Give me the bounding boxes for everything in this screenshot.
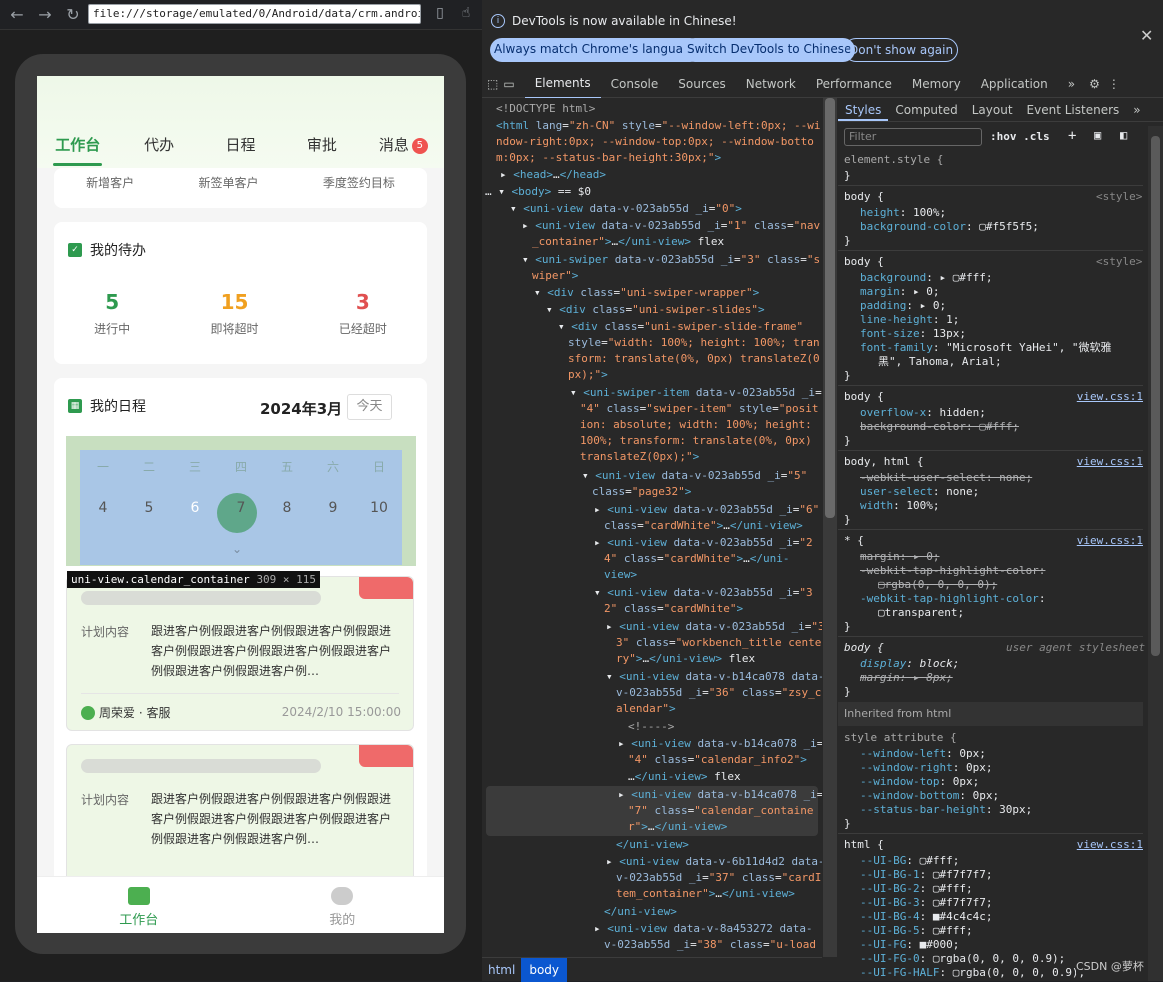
tab-styles[interactable]: Styles <box>838 98 889 121</box>
tab-memory[interactable]: Memory <box>902 70 971 98</box>
tab-application[interactable]: Application <box>971 70 1058 98</box>
blurred-title <box>81 591 321 605</box>
watermark: CSDN @萝杯 <box>1076 958 1144 974</box>
app-header: 工作台 代办 日程 审批 消息 5 <box>37 76 444 168</box>
switch-chinese-button[interactable]: Switch DevTools to Chinese <box>683 38 856 62</box>
chevron-down-icon[interactable]: ⌄ <box>232 542 242 556</box>
device-toolbar-icon[interactable]: ▭ <box>503 70 524 98</box>
more-tabs-icon[interactable]: » <box>1126 98 1147 121</box>
dont-show-button[interactable]: Don't show again <box>844 38 959 62</box>
inherited-header: Inherited from html <box>838 702 1143 726</box>
status-tag <box>359 577 413 599</box>
avatar <box>81 705 95 720</box>
address-bar: ← → ↻ file:///storage/emulated/0/Android… <box>0 0 482 30</box>
day-cell[interactable]: 9 <box>310 500 356 516</box>
calendar-container: 一二三四五六日 4 5 6 7 8 9 10 ⌄ <box>66 436 416 566</box>
schedule-title: 我的日程 <box>90 399 146 415</box>
url-input[interactable]: file:///storage/emulated/0/Android/data/… <box>88 4 421 24</box>
stats-card: 新增客户 新签单客户 季度签约目标 <box>54 168 427 208</box>
day-cell[interactable]: 5 <box>126 500 172 516</box>
day-cell[interactable]: 8 <box>264 500 310 516</box>
inspect-tooltip: uni-view.calendar_container 309 × 115 <box>67 571 321 588</box>
tab-messages[interactable]: 消息 5 <box>363 134 444 158</box>
schedule-item[interactable]: 计划内容 跟进客户例假跟进客户例假跟进客户例假跟进客户例假跟进客户例假跟进客户例… <box>66 576 414 731</box>
tab-schedule[interactable]: 日程 <box>200 134 281 158</box>
tab-network[interactable]: Network <box>736 70 806 98</box>
chart-icon <box>127 887 150 905</box>
info-icon: i <box>491 14 505 28</box>
device-preview: ← → ↻ file:///storage/emulated/0/Android… <box>0 0 482 981</box>
styles-scrollbar[interactable] <box>1148 126 1163 981</box>
inspect-icon[interactable]: ⬚ <box>482 70 503 98</box>
reload-icon[interactable]: ↻ <box>62 4 84 26</box>
stat-label: 季度签约目标 <box>322 176 395 190</box>
paint-icon[interactable]: ▣ <box>1094 128 1101 142</box>
breadcrumb-html[interactable]: html <box>482 963 521 977</box>
todo-icon: ✓ <box>68 243 82 257</box>
schedule-item[interactable]: 计划内容 跟进客户例假跟进客户例假跟进客户例假跟进客户例假跟进客户例假跟进客户例… <box>66 744 414 894</box>
day-row: 4 5 6 7 8 9 10 <box>80 500 402 516</box>
elements-tree: <!DOCTYPE html> <html lang="zh-CN" style… <box>482 98 822 957</box>
styles-pane: Styles Computed Layout Event Listeners »… <box>838 98 1163 981</box>
gear-icon[interactable]: ⚙ <box>1085 70 1104 98</box>
add-rule-icon[interactable]: + <box>1068 128 1076 144</box>
day-cell[interactable]: 6 <box>172 500 218 516</box>
nav-workbench[interactable]: 工作台 <box>37 877 241 933</box>
todo-title: 我的待办 <box>90 243 146 259</box>
tab-computed[interactable]: Computed <box>888 98 964 121</box>
close-icon[interactable]: ✕ <box>1140 26 1153 45</box>
forward-icon[interactable]: → <box>34 4 56 26</box>
tab-approval[interactable]: 审批 <box>281 134 362 158</box>
weekday-row: 一二三四五六日 <box>96 460 385 474</box>
tab-sources[interactable]: Sources <box>668 70 735 98</box>
touch-icon[interactable]: ☝ <box>456 5 476 25</box>
stat-overdue[interactable]: 3 已经超时 <box>339 290 387 337</box>
scrollbar[interactable] <box>823 98 837 957</box>
devtools-panel: i DevTools is now available in Chinese! … <box>482 0 1163 982</box>
tab-event-listeners[interactable]: Event Listeners <box>1020 98 1127 121</box>
tab-layout[interactable]: Layout <box>965 98 1020 121</box>
language-banner: i DevTools is now available in Chinese! … <box>482 0 1163 66</box>
styles-filter-input[interactable]: Filter <box>844 128 982 146</box>
day-cell[interactable]: 4 <box>80 500 126 516</box>
schedule-month: 2024年3月 <box>260 400 343 418</box>
more-tabs-icon[interactable]: » <box>1058 70 1085 98</box>
devtools-tabs: ⬚ ▭ Elements Console Sources Network Per… <box>482 69 1163 99</box>
nav-mine[interactable]: 我的 <box>241 877 445 933</box>
status-tag <box>359 745 413 767</box>
today-button[interactable]: 今天 <box>347 394 392 420</box>
todo-card: ✓ 我的待办 5 进行中 15 即将超时 3 已经超时 <box>54 222 427 364</box>
stat-due-soon[interactable]: 15 即将超时 <box>210 290 258 337</box>
sidebar-toggle-icon[interactable]: ◧ <box>1120 128 1127 142</box>
tab-todo[interactable]: 代办 <box>118 134 199 158</box>
day-cell[interactable]: 7 <box>218 500 264 516</box>
breadcrumb-body[interactable]: body <box>521 958 568 982</box>
tab-elements[interactable]: Elements <box>524 69 601 99</box>
stat-in-progress[interactable]: 5 进行中 <box>94 290 130 337</box>
kebab-icon[interactable]: ⋮ <box>1104 70 1124 98</box>
user-icon <box>331 887 354 905</box>
tab-workbench[interactable]: 工作台 <box>37 134 118 166</box>
match-language-button[interactable]: Always match Chrome's language <box>490 38 702 62</box>
bottom-nav: 工作台 我的 <box>37 876 444 933</box>
mouse-icon[interactable]: ▯ <box>430 5 450 25</box>
blurred-title <box>81 759 321 773</box>
app-screen: 工作台 代办 日程 审批 消息 5 新增客户 新签单客户 季度签约目标 ✓ 我的待办… <box>37 76 444 933</box>
stat-label: 新增客户 <box>86 176 135 190</box>
tab-performance[interactable]: Performance <box>806 70 902 98</box>
hov-cls-toggles[interactable]: :hov .cls <box>990 130 1050 143</box>
message-badge: 5 <box>411 138 428 154</box>
tab-console[interactable]: Console <box>601 70 669 98</box>
calendar-icon: ▦ <box>68 399 82 413</box>
day-cell[interactable]: 10 <box>356 500 402 516</box>
back-icon[interactable]: ← <box>6 4 28 26</box>
stat-label: 新签单客户 <box>198 176 259 190</box>
breadcrumb: html body <box>482 957 822 982</box>
